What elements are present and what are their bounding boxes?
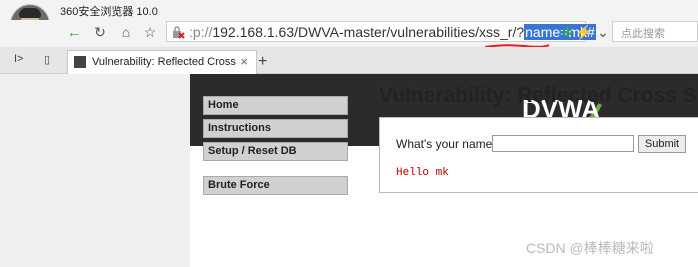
- close-icon[interactable]: ×: [240, 54, 248, 69]
- dvwa-favicon-icon: [74, 56, 86, 68]
- tab-title: Vulnerability: Reflected Cross: [92, 56, 236, 68]
- search-input[interactable]: 点此搜索: [612, 21, 698, 42]
- sidebar-toggle-icon[interactable]: I>: [14, 53, 23, 65]
- url-text: :p://192.168.1.63/DWVA-master/vulnerabil…: [189, 24, 596, 40]
- insecure-lock-icon: [173, 26, 185, 39]
- vulnerable-form: What's your name? Submit Hello mk: [379, 117, 698, 193]
- reload-icon[interactable]: ↻: [90, 22, 110, 42]
- menu-item-instructions[interactable]: Instructions: [203, 119, 348, 138]
- address-bar[interactable]: :p://192.168.1.63/DWVA-master/vulnerabil…: [166, 21, 596, 42]
- menu-item-home[interactable]: Home: [203, 96, 348, 115]
- menu-item-brute-force[interactable]: Brute Force: [203, 176, 348, 195]
- watermark: CSDN @棒棒糖来啦: [526, 240, 654, 256]
- submit-button[interactable]: Submit: [638, 135, 686, 153]
- menu-item-setup[interactable]: Setup / Reset DB: [203, 142, 348, 161]
- title-bar: 360安全浏览器 10.0: [0, 0, 698, 20]
- device-icon[interactable]: ▯: [44, 53, 50, 66]
- back-arrow-icon[interactable]: ←: [64, 22, 84, 42]
- name-input[interactable]: [492, 135, 634, 152]
- url-path: 192.168.1.63/DWVA-master/vulnerabilities…: [212, 24, 525, 40]
- url-scheme: :p://: [189, 24, 213, 40]
- tab-strip: I> ▯ Vulnerability: Reflected Cross × +: [0, 47, 698, 74]
- name-label: What's your name?: [396, 137, 500, 151]
- star-icon[interactable]: ☆: [140, 22, 160, 42]
- chevron-down-icon[interactable]: ⌄: [593, 22, 613, 42]
- app-title: 360安全浏览器 10.0: [60, 6, 158, 18]
- page-title: Vulnerability: Reflected Cross S: [379, 84, 697, 107]
- main-menu: Home Instructions Setup / Reset DB Brute…: [203, 96, 348, 199]
- new-tab-button[interactable]: +: [258, 53, 267, 71]
- search-placeholder: 点此搜索: [621, 28, 665, 40]
- lightning-icon[interactable]: ⚡: [574, 22, 594, 42]
- home-icon[interactable]: ⌂: [116, 22, 136, 42]
- hello-output: Hello mk: [396, 167, 449, 179]
- tab-dvwa[interactable]: Vulnerability: Reflected Cross ×: [67, 50, 257, 74]
